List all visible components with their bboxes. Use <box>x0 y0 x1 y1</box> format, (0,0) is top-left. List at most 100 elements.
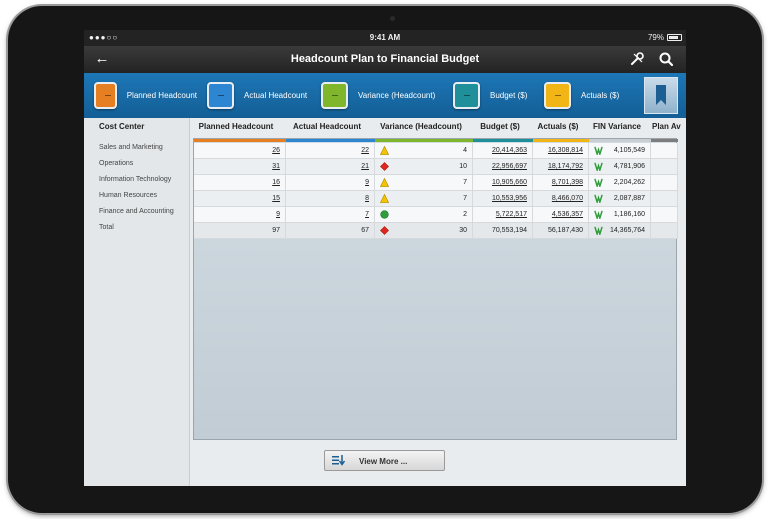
grid-header: Planned Headcount Actual Headcount Varia… <box>190 118 686 138</box>
tab-budget[interactable]: Budget ($) <box>443 73 534 118</box>
planned-headcount-cell[interactable]: 31 <box>194 159 286 174</box>
actuals-cell[interactable]: 4,536,357 <box>533 207 589 222</box>
column-header-actuals[interactable]: Actuals ($) <box>530 118 586 138</box>
cell-value: 31 <box>272 163 280 170</box>
actuals-cell[interactable]: 8,466,070 <box>533 191 589 206</box>
plan-av-cell <box>651 143 678 158</box>
cell-value: 8 <box>365 195 369 202</box>
actual-headcount-cell[interactable]: 7 <box>286 207 375 222</box>
cost-center-sales-marketing[interactable]: Sales and Marketing <box>84 140 189 156</box>
budget-cell[interactable]: 10,553,956 <box>473 191 533 206</box>
wrench-icon[interactable] <box>629 51 645 67</box>
tab-swatch <box>453 82 480 109</box>
strip-plan-av <box>651 139 678 142</box>
tab-swatch <box>544 82 571 109</box>
tab-planned-headcount[interactable]: Planned Headcount <box>84 73 197 118</box>
plan-av-cell <box>651 191 678 206</box>
actual-headcount-cell[interactable]: 8 <box>286 191 375 206</box>
column-header-actual-headcount[interactable]: Actual Headcount <box>282 118 372 138</box>
column-header-budget[interactable]: Budget ($) <box>470 118 530 138</box>
bookmark-button[interactable] <box>644 77 678 114</box>
app-screen: ●●●○○ 9:41 AM 79% ← Headcount Plan to Fi… <box>84 30 686 486</box>
cost-center-operations[interactable]: Operations <box>84 156 189 172</box>
cell-value: 7 <box>463 195 467 202</box>
fin-variance-cell: 4,781,906 <box>589 159 651 174</box>
budget-cell[interactable]: 20,414,363 <box>473 143 533 158</box>
cell-value: 7 <box>463 179 467 186</box>
view-more-label: View More ... <box>359 457 408 466</box>
strip-actual <box>286 139 375 142</box>
strip-actuals <box>533 139 589 142</box>
status-time: 9:41 AM <box>369 33 401 42</box>
actuals-cell[interactable]: 18,174,792 <box>533 159 589 174</box>
cell-value: 4,781,906 <box>613 163 645 170</box>
planned-headcount-cell[interactable]: 16 <box>194 175 286 190</box>
budget-cell[interactable]: 5,722,517 <box>473 207 533 222</box>
fin-variance-cell: 2,087,887 <box>589 191 651 206</box>
cost-center-human-resources[interactable]: Human Resources <box>84 188 189 204</box>
budget-cell: 70,553,194 <box>473 223 533 238</box>
fin-variance-cell: 1,186,160 <box>589 207 651 222</box>
tab-actual-headcount[interactable]: Actual Headcount <box>197 73 311 118</box>
variance-cell: 10 <box>375 159 473 174</box>
cell-value: 21 <box>361 163 369 170</box>
cell-value: 2 <box>463 211 467 218</box>
column-header-fin-variance[interactable]: FIN Variance <box>586 118 648 138</box>
budget-cell[interactable]: 22,956,697 <box>473 159 533 174</box>
trend-check-icon <box>594 146 603 157</box>
cell-value: 1,186,160 <box>613 211 645 218</box>
actual-headcount-cell[interactable]: 22 <box>286 143 375 158</box>
cell-value: 10 <box>459 163 467 170</box>
tab-actuals[interactable]: Actuals ($) <box>534 73 630 118</box>
cost-center-finance-accounting[interactable]: Finance and Accounting <box>84 204 189 220</box>
red-diamond-icon <box>380 226 389 235</box>
cell-value: 9 <box>365 179 369 186</box>
variance-cell: 4 <box>375 143 473 158</box>
cell-value: 4,105,549 <box>613 147 645 154</box>
variance-cell: 7 <box>375 175 473 190</box>
list-down-icon <box>332 455 345 466</box>
column-header-variance-headcount[interactable]: Variance (Headcount) <box>372 118 470 138</box>
fin-variance-cell: 2,204,262 <box>589 175 651 190</box>
actuals-cell[interactable]: 8,701,398 <box>533 175 589 190</box>
actual-headcount-cell[interactable]: 9 <box>286 175 375 190</box>
cell-value: 8,701,398 <box>551 179 583 186</box>
column-header-plan-av[interactable]: Plan Av <box>648 118 686 138</box>
tab-label: Budget ($) <box>490 91 528 100</box>
cell-value: 18,174,792 <box>547 163 583 170</box>
cost-center-information-technology[interactable]: Information Technology <box>84 172 189 188</box>
camera <box>390 16 395 21</box>
strip-planned <box>194 139 286 142</box>
variance-cell: 30 <box>375 223 473 238</box>
actuals-cell[interactable]: 16,308,814 <box>533 143 589 158</box>
trend-check-icon <box>594 162 603 173</box>
planned-headcount-cell[interactable]: 9 <box>194 207 286 222</box>
status-bar: ●●●○○ 9:41 AM 79% <box>84 30 686 46</box>
cell-value: 2,087,887 <box>613 195 645 202</box>
cost-center-header: Cost Center <box>99 122 145 131</box>
tab-swatch <box>207 82 234 109</box>
title-bar: ← Headcount Plan to Financial Budget <box>84 46 686 73</box>
planned-headcount-cell[interactable]: 15 <box>194 191 286 206</box>
tab-label: Variance (Headcount) <box>358 91 436 100</box>
budget-cell[interactable]: 10,905,660 <box>473 175 533 190</box>
variance-cell: 7 <box>375 191 473 206</box>
cell-value: 20,414,363 <box>491 147 527 154</box>
tab-label: Planned Headcount <box>126 91 197 100</box>
cell-value: 8,466,070 <box>551 195 583 202</box>
cell-value: 26 <box>272 147 280 154</box>
tab-variance-headcount[interactable]: Variance (Headcount) <box>311 73 443 118</box>
warning-triangle-icon <box>379 177 390 187</box>
red-diamond-icon <box>380 162 389 171</box>
actual-headcount-cell[interactable]: 21 <box>286 159 375 174</box>
cell-value: 15 <box>272 195 280 202</box>
column-header-planned-headcount[interactable]: Planned Headcount <box>190 118 282 138</box>
search-icon[interactable] <box>658 51 674 67</box>
actual-headcount-cell: 67 <box>286 223 375 238</box>
view-more-button[interactable]: View More ... <box>324 450 445 471</box>
tab-swatch <box>321 82 348 109</box>
strip-budget <box>473 139 533 142</box>
trend-check-icon <box>594 210 603 221</box>
cell-value: 9 <box>276 211 280 218</box>
planned-headcount-cell[interactable]: 26 <box>194 143 286 158</box>
